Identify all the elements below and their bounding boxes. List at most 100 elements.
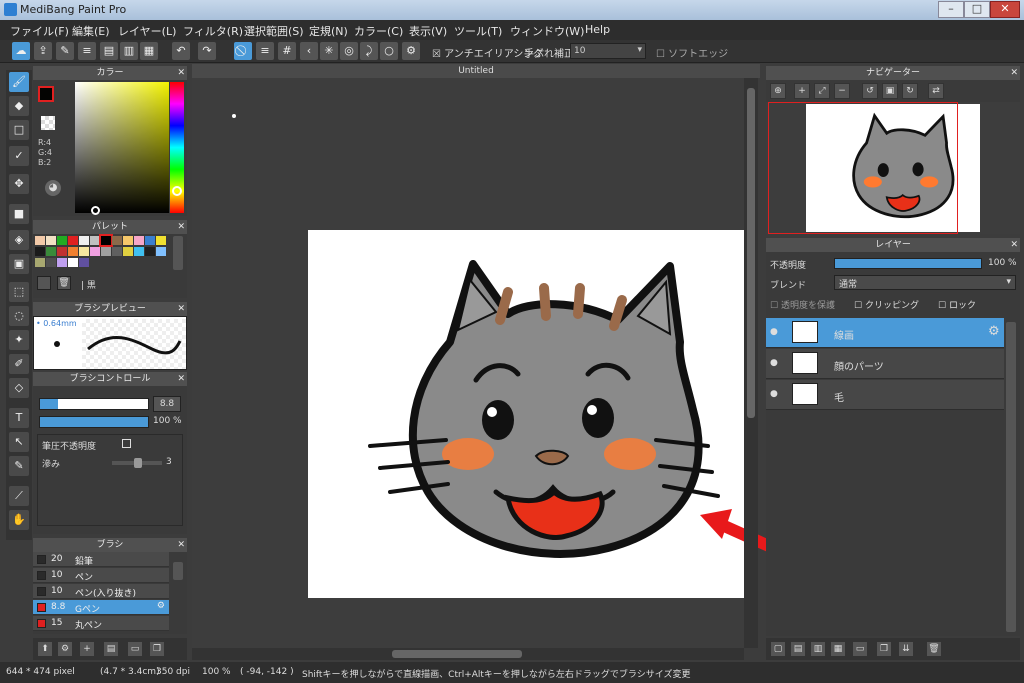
rotate-left-icon[interactable]: ↺ bbox=[862, 83, 878, 99]
palette-swatch[interactable] bbox=[112, 247, 122, 256]
settings-icon[interactable]: ⚙ bbox=[402, 42, 420, 60]
palette-swatch[interactable] bbox=[68, 236, 78, 245]
select-tool-icon[interactable]: ⬚ bbox=[9, 282, 29, 302]
menu-item[interactable]: 選択範囲(S) bbox=[244, 23, 304, 39]
new-1bit-layer-icon[interactable]: ▦ bbox=[830, 641, 846, 657]
canvas-horizontal-scrollbar[interactable] bbox=[192, 648, 744, 660]
perspective-icon[interactable]: ‹ bbox=[300, 42, 318, 60]
palette-swatch[interactable] bbox=[145, 236, 155, 245]
gear-icon[interactable]: ⚙ bbox=[157, 601, 165, 611]
palette-swatch[interactable] bbox=[79, 247, 89, 256]
brush-list-scrollbar[interactable] bbox=[173, 562, 183, 580]
layer-row[interactable]: ● 毛 bbox=[766, 380, 1004, 410]
zoom-out-icon[interactable]: − bbox=[834, 83, 850, 99]
gradient-tool-icon[interactable]: ▣ bbox=[9, 254, 29, 274]
layer-row[interactable]: ● 線画 ⚙ bbox=[766, 318, 1004, 348]
lock-checkbox[interactable]: ☐ ロック bbox=[938, 298, 976, 311]
layer-folder-icon[interactable]: ▭ bbox=[852, 641, 868, 657]
blur-slider[interactable] bbox=[112, 458, 162, 468]
menu-item[interactable]: 編集(E) bbox=[72, 23, 110, 39]
palette-swatch[interactable] bbox=[35, 236, 45, 245]
palette-icon[interactable]: ◕ bbox=[45, 180, 61, 196]
menu-item[interactable]: 表示(V) bbox=[409, 23, 447, 39]
redo-icon[interactable]: ↷ bbox=[198, 42, 216, 60]
hue-slider-handle[interactable] bbox=[172, 186, 182, 196]
select-pen-tool-icon[interactable]: ✐ bbox=[9, 354, 29, 374]
curve-icon[interactable]: ⤸ bbox=[360, 42, 378, 60]
zoom-in-icon[interactable]: + bbox=[794, 83, 810, 99]
add-color-icon[interactable] bbox=[37, 276, 51, 290]
duplicate-layer-icon[interactable]: ❐ bbox=[876, 641, 892, 657]
protect-alpha-checkbox[interactable]: ☐ 透明度を保護 bbox=[770, 298, 835, 311]
snap-off-icon[interactable]: ⃠ bbox=[234, 42, 252, 60]
brush-opacity-slider[interactable] bbox=[39, 416, 149, 428]
palette-swatch[interactable] bbox=[134, 247, 144, 256]
palette-swatch[interactable] bbox=[35, 258, 45, 267]
minimize-button[interactable]: – bbox=[938, 1, 964, 18]
palette-swatch[interactable] bbox=[79, 236, 89, 245]
close-button[interactable]: ✕ bbox=[990, 1, 1020, 18]
brush-list-item[interactable]: 8.8 Gペン ⚙ bbox=[33, 600, 169, 615]
brush-tool-icon[interactable]: 🖌 bbox=[9, 72, 29, 92]
delete-layer-icon[interactable]: 🗑 bbox=[926, 641, 942, 657]
brush-list-item[interactable]: 20 鉛筆 bbox=[33, 552, 169, 567]
divide-tool-icon[interactable]: ✎ bbox=[9, 456, 29, 476]
palette-swatch[interactable] bbox=[156, 247, 166, 256]
menu-item[interactable]: ツール(T) bbox=[454, 23, 502, 39]
canvas-viewport[interactable] bbox=[192, 78, 786, 648]
menu-item[interactable]: ファイル(F) bbox=[10, 23, 69, 39]
close-icon[interactable]: ✕ bbox=[177, 372, 185, 386]
close-icon[interactable]: ✕ bbox=[1010, 238, 1018, 252]
message-icon[interactable]: ≡ bbox=[78, 42, 96, 60]
palette-swatch[interactable] bbox=[123, 236, 133, 245]
layer-row[interactable]: ● 顔のパーツ bbox=[766, 349, 1004, 379]
blend-select[interactable]: 通常 ▾ bbox=[834, 275, 1016, 290]
palette-swatch[interactable] bbox=[57, 258, 67, 267]
palette-swatch[interactable] bbox=[90, 236, 100, 245]
hue-slider[interactable] bbox=[170, 82, 184, 213]
palette-swatch[interactable] bbox=[99, 234, 113, 247]
close-icon[interactable]: ✕ bbox=[177, 66, 185, 80]
brush-settings-icon[interactable]: ⚙ bbox=[57, 641, 73, 657]
menu-item[interactable]: Help bbox=[585, 23, 610, 36]
cloud-icon[interactable]: ☁ bbox=[12, 42, 30, 60]
eyedropper-tool-icon[interactable]: ⟋ bbox=[9, 486, 29, 506]
stabilizer-select[interactable]: 10 ▾ bbox=[570, 43, 646, 59]
gear-icon[interactable]: ⚙ bbox=[988, 324, 1000, 339]
eye-icon[interactable]: ● bbox=[770, 389, 778, 399]
palette-swatch[interactable] bbox=[145, 247, 155, 256]
brush-page-icon[interactable]: ▤ bbox=[103, 641, 119, 657]
canvas-vertical-scrollbar[interactable] bbox=[744, 78, 758, 648]
undo-icon[interactable]: ↶ bbox=[172, 42, 190, 60]
palette-swatch[interactable] bbox=[101, 247, 111, 256]
close-icon[interactable]: ✕ bbox=[177, 538, 185, 552]
brush-size-slider[interactable] bbox=[39, 398, 149, 410]
lasso-tool-icon[interactable]: ◌ bbox=[9, 306, 29, 326]
radial-icon[interactable]: ✳ bbox=[320, 42, 338, 60]
vertical-scroll-thumb[interactable] bbox=[747, 88, 755, 418]
soft-edge-checkbox[interactable]: ☐ ソフトエッジ bbox=[656, 45, 728, 60]
new-brush-icon[interactable]: + bbox=[79, 641, 95, 657]
eraser-tool-icon[interactable]: ◆ bbox=[9, 96, 29, 116]
page-icon[interactable]: ▤ bbox=[100, 42, 118, 60]
bucket-tool-icon[interactable]: ◈ bbox=[9, 230, 29, 250]
maximize-button[interactable]: □ bbox=[964, 1, 990, 18]
canvas-tab[interactable]: Untitled bbox=[192, 64, 760, 78]
select-eraser-tool-icon[interactable]: ◇ bbox=[9, 378, 29, 398]
palette-swatch[interactable] bbox=[68, 247, 78, 256]
trash-icon[interactable]: 🗑 bbox=[57, 276, 71, 290]
comment-icon[interactable]: ✎ bbox=[56, 42, 74, 60]
zoom-icon[interactable]: ⊕ bbox=[770, 83, 786, 99]
brush-list-item[interactable]: 15 丸ペン bbox=[33, 616, 169, 631]
add-brush-icon[interactable]: ⬆ bbox=[37, 641, 53, 657]
dot-tool-icon[interactable]: ✓ bbox=[9, 146, 29, 166]
palette-swatch[interactable] bbox=[57, 236, 67, 245]
new-layer-icon[interactable]: ▢ bbox=[770, 641, 786, 657]
operation-tool-icon[interactable]: ↖ bbox=[9, 432, 29, 452]
brush-list-item[interactable]: 10 ペン bbox=[33, 568, 169, 583]
circle-icon[interactable]: ○ bbox=[380, 42, 398, 60]
parallel-snap-icon[interactable]: ≡ bbox=[256, 42, 274, 60]
navigator-preview[interactable] bbox=[766, 102, 1020, 234]
pressure-opacity-checkbox[interactable] bbox=[122, 439, 131, 448]
concentric-icon[interactable]: ◎ bbox=[340, 42, 358, 60]
